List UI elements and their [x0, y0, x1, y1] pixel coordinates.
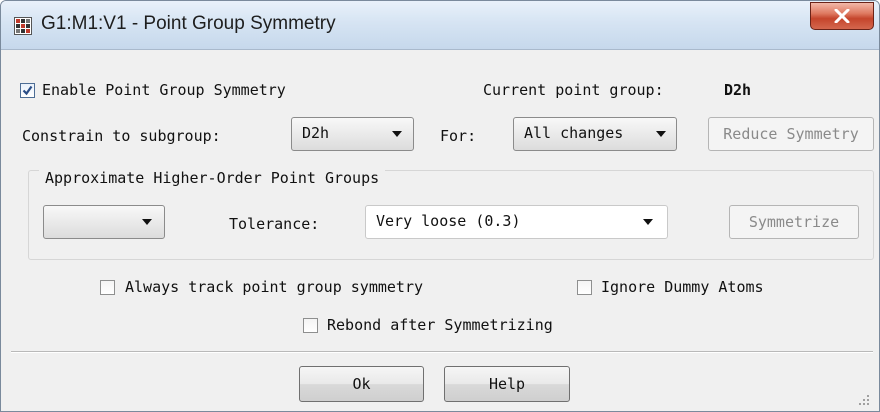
chevron-down-icon — [643, 219, 653, 225]
title-bar[interactable]: G1:M1:V1 - Point Group Symmetry — [1, 1, 879, 50]
for-label: For: — [440, 127, 477, 145]
for-value: All changes — [524, 124, 624, 142]
symmetrize-button[interactable]: Symmetrize — [729, 205, 859, 239]
subgroup-value: D2h — [302, 124, 330, 142]
approximate-group-dropdown[interactable] — [43, 205, 165, 239]
chevron-down-icon — [142, 219, 152, 225]
footer-separator — [11, 351, 873, 353]
for-dropdown[interactable]: All changes — [513, 117, 677, 151]
point-group-symmetry-dialog: G1:M1:V1 - Point Group Symmetry Enable P… — [0, 0, 880, 412]
current-point-group-label: Current point group: — [483, 81, 664, 99]
ignore-dummy-atoms-checkbox[interactable] — [577, 280, 592, 295]
tolerance-dropdown[interactable]: Very loose (0.3) — [365, 205, 668, 239]
tolerance-label: Tolerance: — [229, 215, 320, 233]
subgroup-dropdown[interactable]: D2h — [291, 117, 414, 151]
always-track-checkbox[interactable] — [100, 280, 115, 295]
tolerance-value: Very loose (0.3) — [376, 212, 521, 230]
checkmark-icon — [22, 85, 33, 96]
approximate-groups-title: Approximate Higher-Order Point Groups — [39, 169, 386, 187]
help-button[interactable]: Help — [444, 366, 570, 402]
close-x-icon — [834, 9, 850, 23]
rebond-checkbox[interactable] — [303, 318, 318, 333]
close-button[interactable] — [810, 2, 874, 30]
enable-symmetry-checkbox[interactable] — [20, 83, 35, 98]
chevron-down-icon — [392, 131, 402, 137]
current-point-group-value: D2h — [724, 81, 752, 99]
always-track-label[interactable]: Always track point group symmetry — [125, 278, 423, 296]
dialog-body: Enable Point Group Symmetry Current poin… — [8, 53, 874, 411]
ignore-dummy-atoms-label[interactable]: Ignore Dummy Atoms — [601, 278, 764, 296]
ok-button[interactable]: Ok — [299, 366, 424, 402]
rebond-label[interactable]: Rebond after Symmetrizing — [327, 316, 553, 334]
window-title: G1:M1:V1 - Point Group Symmetry — [41, 13, 336, 34]
chevron-down-icon — [656, 131, 666, 137]
constrain-subgroup-label: Constrain to subgroup: — [22, 127, 221, 145]
reduce-symmetry-button[interactable]: Reduce Symmetry — [708, 117, 874, 151]
resize-grip-icon[interactable] — [857, 393, 871, 407]
grid-app-icon — [14, 17, 32, 35]
enable-symmetry-label[interactable]: Enable Point Group Symmetry — [42, 81, 286, 99]
